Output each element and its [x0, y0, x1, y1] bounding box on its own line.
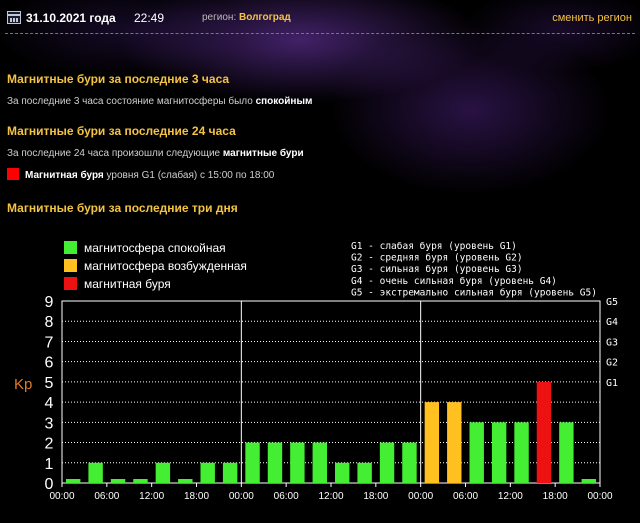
x-tick-label: 00:00 — [587, 491, 612, 502]
y-tick-label: 9 — [45, 294, 54, 311]
header-divider — [5, 33, 635, 35]
region-label: регион: — [202, 12, 237, 23]
g-legend-item: G4 - очень сильная буря (уровень G4) — [351, 276, 557, 287]
x-tick-label: 06:00 — [94, 491, 119, 502]
legend-label-calm: магнитосфера спокойная — [84, 241, 226, 255]
g-level-label: G3 — [606, 337, 618, 348]
legend-label-excited: магнитосфера возбужденная — [84, 259, 247, 273]
g-level-label: G4 — [606, 317, 618, 328]
legend-swatch-storm — [64, 277, 77, 290]
section-3h-text-prefix: За последние 3 часа состояние магнитосфе… — [7, 96, 256, 107]
kp-bar — [290, 442, 305, 483]
kp-bar — [559, 422, 574, 483]
legend-swatch-excited — [64, 259, 77, 272]
y-tick-label: 6 — [45, 355, 54, 372]
x-tick-label: 06:00 — [453, 491, 478, 502]
kp-chart: магнитосфера спокойная магнитосфера возбу… — [14, 241, 619, 502]
x-tick-label: 00:00 — [229, 491, 254, 502]
y-tick-label: 8 — [45, 314, 54, 331]
y-tick-label: 5 — [45, 375, 54, 392]
kp-bar — [110, 479, 126, 483]
x-tick-label: 00:00 — [49, 491, 74, 502]
storm-event-bold: Магнитная буря — [25, 170, 104, 181]
kp-bar — [424, 402, 440, 483]
change-region-link[interactable]: сменить регион — [552, 12, 632, 24]
legend-label-storm: магнитная буря — [84, 277, 171, 291]
g-legend-item: G3 - сильная буря (уровень G3) — [351, 264, 523, 275]
top-bar: 31.10.2021 года 22:49 регион: Волгоград … — [0, 0, 640, 34]
kp-bar — [133, 479, 148, 483]
calendar-icon — [7, 11, 21, 24]
y-axis-label: Kp — [14, 376, 32, 393]
y-tick-label: 1 — [45, 456, 54, 473]
g-legend-item: G2 - средняя буря (уровень G2) — [351, 253, 523, 264]
current-time: 22:49 — [134, 11, 165, 25]
x-tick-label: 12:00 — [318, 491, 343, 502]
section-3h-text: За последние 3 часа состояние магнитосфе… — [7, 96, 312, 107]
g-level-label: G2 — [606, 358, 618, 369]
region-name: Волгоград — [239, 12, 291, 23]
storm-event-text: Магнитная буря уровня G1 (слабая) с 15:0… — [25, 170, 274, 181]
y-tick-label: 4 — [45, 395, 54, 412]
kp-bar — [178, 479, 193, 483]
kp-bar — [581, 479, 596, 483]
region-info: регион: Волгоград — [202, 12, 291, 23]
kp-bar — [335, 462, 350, 483]
section-24h-text-bold: магнитные бури — [222, 148, 304, 159]
section-3h-title: Магнитные бури за последние 3 часа — [7, 72, 230, 86]
kp-bar — [66, 479, 81, 483]
kp-bar — [267, 442, 283, 483]
kp-bar — [155, 462, 171, 483]
kp-bar — [491, 422, 507, 483]
storm-event-rest: уровня G1 (слабая) с 15:00 по 18:00 — [103, 170, 275, 181]
g-legend-item: G5 - экстремально сильная буря (уровень … — [351, 287, 597, 298]
kp-bar — [379, 442, 395, 483]
kp-bar — [514, 422, 529, 483]
section-3h-text-bold: спокойным — [255, 96, 313, 107]
section-3d-title: Магнитные бури за последние три дня — [7, 201, 238, 215]
storm-marker — [7, 168, 19, 180]
kp-bar — [447, 402, 462, 483]
x-tick-label: 00:00 — [408, 491, 433, 502]
kp-bar — [357, 462, 372, 483]
kp-bar — [200, 462, 215, 483]
g-legend-item: G1 - слабая буря (уровень G1) — [351, 241, 517, 252]
legend-swatch-calm — [64, 241, 77, 254]
g-level-label: G5 — [606, 297, 618, 308]
x-tick-label: 12:00 — [498, 491, 523, 502]
x-tick-label: 12:00 — [139, 491, 164, 502]
g-level-legend: G1 - слабая буря (уровень G1)G2 - средня… — [351, 241, 597, 298]
y-tick-label: 2 — [45, 436, 54, 453]
x-tick-label: 18:00 — [184, 491, 209, 502]
section-24h-title: Магнитные бури за последние 24 часа — [7, 124, 236, 138]
section-24h-text-prefix: За последние 24 часа произошли следующие — [7, 148, 223, 159]
section-24h-text: За последние 24 часа произошли следующие… — [7, 148, 304, 159]
x-tick-label: 18:00 — [363, 491, 388, 502]
current-date: 31.10.2021 года — [26, 11, 116, 25]
kp-bar — [469, 422, 484, 483]
chart-plot-area: 0123456789G1G2G3G4G500:00 06:00 12:00 18:00… — [45, 294, 619, 502]
y-tick-label: 7 — [45, 334, 54, 351]
x-tick-label: 06:00 — [274, 491, 299, 502]
y-tick-label: 3 — [45, 415, 54, 432]
chart-legend: магнитосфера спокойная магнитосфера возбу… — [64, 241, 247, 291]
x-tick-label: 18:00 — [543, 491, 568, 502]
g-level-label: G1 — [606, 378, 618, 389]
kp-bar — [88, 462, 103, 483]
kp-bar — [402, 442, 417, 483]
kp-bar — [312, 442, 327, 483]
kp-bar — [245, 442, 260, 483]
kp-bar — [222, 462, 238, 483]
kp-bar — [536, 381, 552, 483]
